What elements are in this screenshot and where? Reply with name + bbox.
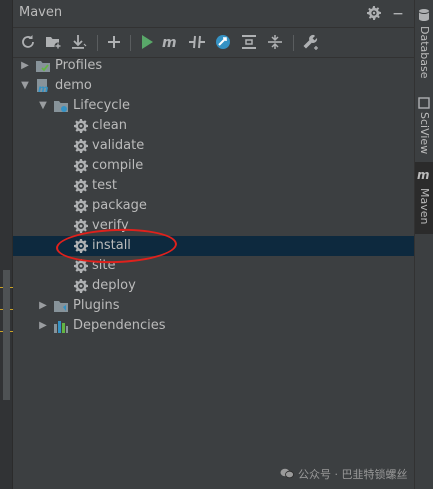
gear-icon — [73, 178, 89, 194]
collapse-arrow-icon[interactable]: ▼ — [37, 96, 49, 116]
tree-node-project-demo[interactable]: ▼ m demo — [13, 76, 414, 96]
maven-icon: m — [417, 168, 431, 182]
tab-label: Database — [418, 26, 431, 79]
right-tool-strip: Database SciView m Maven — [414, 0, 433, 489]
lifecycle-phase-validate[interactable]: validate — [13, 136, 414, 156]
tree-node-plugins[interactable]: ▶ Plugins — [13, 296, 414, 316]
run-icon[interactable] — [137, 32, 157, 52]
collapse-all-icon[interactable] — [265, 32, 285, 52]
tree-node-label: Dependencies — [73, 318, 166, 333]
plugins-folder-icon — [53, 298, 69, 314]
phase-label: install — [92, 238, 131, 253]
editor-gutter — [0, 0, 13, 489]
tab-label: SciView — [418, 112, 431, 155]
gear-icon — [73, 138, 89, 154]
toolbar-separator — [293, 35, 294, 51]
phase-label: verify — [92, 218, 129, 233]
wrench-settings-icon[interactable] — [300, 32, 320, 52]
tab-label: Maven — [418, 188, 431, 225]
profiles-folder-icon — [35, 58, 51, 74]
tab-sciview[interactable]: SciView — [415, 92, 433, 158]
toggle-offline-icon[interactable] — [187, 32, 207, 52]
phase-label: deploy — [92, 278, 136, 293]
svg-text:m: m — [417, 168, 430, 182]
sciview-icon — [417, 96, 431, 110]
wechat-icon — [280, 468, 294, 479]
tool-window-title: Maven — [19, 5, 63, 20]
download-icon[interactable] — [68, 32, 88, 52]
expand-arrow-icon[interactable]: ▶ — [37, 296, 49, 316]
gear-icon — [73, 118, 89, 134]
tree-node-label: demo — [55, 78, 92, 93]
lifecycle-phase-deploy[interactable]: deploy — [13, 276, 414, 296]
phase-label: validate — [92, 138, 145, 153]
dependencies-icon — [53, 318, 69, 334]
expand-arrow-icon[interactable]: ▶ — [19, 56, 31, 76]
gear-icon — [73, 218, 89, 234]
watermark: 公众号 · 巴韭特锁螺丝 — [280, 466, 408, 482]
toolbar-separator — [97, 35, 98, 51]
tree-node-profiles[interactable]: ▶ Profiles — [13, 56, 414, 76]
phase-label: site — [92, 258, 116, 273]
tree-node-label: Lifecycle — [73, 98, 131, 113]
gear-icon — [73, 238, 89, 254]
lifecycle-phase-test[interactable]: test — [13, 176, 414, 196]
phase-label: compile — [92, 158, 144, 173]
minimize-icon[interactable] — [389, 4, 407, 22]
lifecycle-phase-package[interactable]: package — [13, 196, 414, 216]
lifecycle-phase-install[interactable]: install — [13, 236, 414, 256]
skip-tests-icon[interactable] — [213, 32, 233, 52]
phase-label: clean — [92, 118, 127, 133]
gear-icon — [73, 198, 89, 214]
tab-maven[interactable]: m Maven — [415, 162, 433, 234]
svg-text:m: m — [38, 84, 48, 94]
show-diagram-icon[interactable] — [239, 32, 259, 52]
editor-scrollbar[interactable] — [3, 270, 10, 400]
gear-icon — [73, 258, 89, 274]
maven-projects-tree: ▶ Profiles ▼ m demo ▼ Lifecycle clean va… — [13, 58, 414, 489]
tree-node-label: Profiles — [55, 58, 103, 73]
watermark-text: 公众号 · 巴韭特锁螺丝 — [298, 468, 408, 481]
settings-icon[interactable] — [365, 4, 383, 22]
lifecycle-phase-verify[interactable]: verify — [13, 216, 414, 236]
phase-label: package — [92, 198, 147, 213]
tab-database[interactable]: Database — [415, 0, 433, 86]
tree-node-lifecycle[interactable]: ▼ Lifecycle — [13, 96, 414, 116]
collapse-arrow-icon[interactable]: ▼ — [19, 76, 31, 96]
database-icon — [417, 8, 431, 22]
lifecycle-phase-compile[interactable]: compile — [13, 156, 414, 176]
tool-window-header: Maven — [13, 0, 414, 28]
execute-goal-icon[interactable]: m — [161, 32, 181, 52]
gear-icon — [73, 278, 89, 294]
lifecycle-phase-clean[interactable]: clean — [13, 116, 414, 136]
maven-project-icon: m — [35, 78, 51, 94]
lifecycle-phase-site[interactable]: site — [13, 256, 414, 276]
expand-arrow-icon[interactable]: ▶ — [37, 316, 49, 336]
maven-toolbar: m — [13, 28, 414, 58]
reload-icon[interactable] — [18, 32, 38, 52]
add-folder-icon[interactable] — [43, 32, 63, 52]
add-icon[interactable] — [104, 32, 124, 52]
toolbar-separator — [130, 35, 131, 51]
maven-tool-window: Maven m ▶ Profiles ▼ m demo ▼ Lifecycle … — [13, 0, 414, 489]
phase-label: test — [92, 178, 117, 193]
lifecycle-folder-icon — [53, 98, 69, 114]
gear-icon — [73, 158, 89, 174]
svg-text:m: m — [162, 35, 177, 51]
tree-node-dependencies[interactable]: ▶ Dependencies — [13, 316, 414, 336]
tree-node-label: Plugins — [73, 298, 120, 313]
